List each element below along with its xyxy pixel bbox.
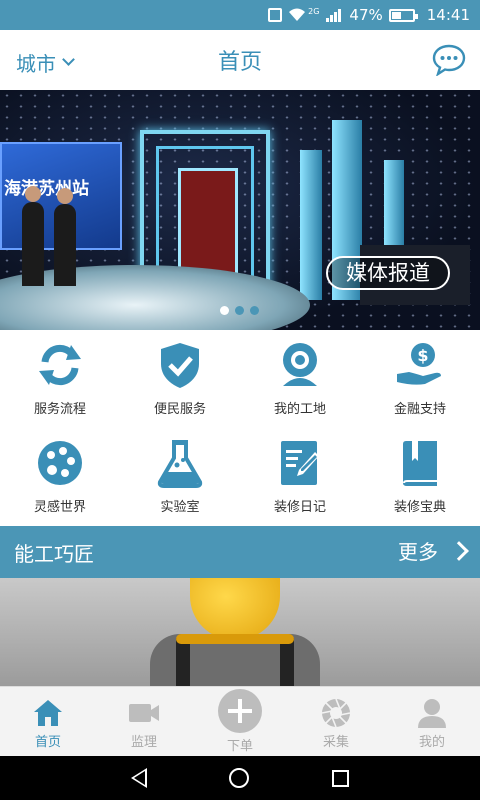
status-time: 14:41 — [426, 6, 470, 24]
plus-circle-icon — [218, 689, 262, 733]
more-button[interactable]: 更多 — [398, 536, 469, 565]
grid-item-label: 金融支持 — [393, 402, 446, 417]
wifi-icon — [289, 8, 306, 21]
back-icon[interactable] — [131, 768, 148, 788]
video-camera-icon — [129, 704, 159, 722]
message-icon[interactable] — [432, 44, 466, 76]
grid-item-inspiration[interactable]: 灵感世界 — [0, 428, 120, 526]
chevron-right-icon — [449, 540, 469, 561]
webcam-icon — [283, 343, 317, 386]
banner-carousel[interactable]: 海港苏州站 媒体报道 — [0, 90, 480, 330]
grid-item-label: 我的工地 — [273, 402, 326, 417]
notebook-pencil-icon — [281, 441, 319, 485]
presenter — [22, 186, 44, 286]
page-title: 首页 — [217, 50, 262, 75]
hard-hat-icon — [176, 578, 294, 644]
aperture-icon — [321, 698, 351, 728]
grid-item-label: 灵感世界 — [33, 500, 86, 515]
chevron-down-icon — [62, 53, 75, 66]
grid-item-label: 装修日记 — [273, 500, 326, 515]
nav-label: 首页 — [34, 735, 61, 750]
network-type: 2G — [308, 6, 320, 16]
grid-item-diary[interactable]: 装修日记 — [240, 428, 360, 526]
media-report-tag[interactable]: 媒体报道 — [326, 256, 450, 290]
status-bar: 2G 47% 14:41 — [0, 0, 480, 30]
grid-item-service-process[interactable]: 服务流程 — [0, 330, 120, 428]
book-icon — [403, 441, 437, 486]
recents-icon[interactable] — [331, 769, 349, 787]
presenter — [54, 188, 76, 286]
refresh-icon — [39, 344, 81, 386]
vibrate-icon — [268, 8, 283, 22]
nav-label: 监理 — [130, 735, 157, 750]
grid-item-convenience[interactable]: 便民服务 — [120, 330, 240, 428]
banner-screen-text: 海港苏州站 — [4, 179, 89, 199]
grid-item-label: 便民服务 — [153, 402, 206, 417]
system-navigation-bar — [0, 756, 480, 800]
nav-item-collect[interactable]: 采集 — [288, 687, 384, 756]
nav-label: 我的 — [418, 735, 445, 750]
home-circle-icon[interactable] — [229, 768, 250, 788]
home-icon — [34, 700, 62, 726]
nav-label: 下单 — [226, 739, 253, 754]
city-label: 城市 — [16, 52, 56, 76]
nav-item-supervision[interactable]: 监理 — [96, 687, 192, 756]
grid-item-label: 装修宝典 — [393, 500, 446, 515]
carousel-dots — [220, 306, 259, 315]
carousel-dot[interactable] — [235, 306, 244, 315]
craftsmen-section-header: 能工巧匠 更多 — [0, 526, 480, 578]
nav-item-home[interactable]: 首页 — [0, 687, 96, 756]
svg-text:$: $ — [417, 346, 428, 365]
stage-pillar — [300, 150, 322, 300]
function-grid: 服务流程 便民服务 我的工地 $ 金融支持 灵感世界 实验室 装修日记 装修宝典 — [0, 330, 480, 526]
nav-item-order[interactable]: 下单 — [192, 687, 288, 756]
battery-icon — [388, 8, 418, 22]
city-selector[interactable]: 城市 — [16, 48, 75, 77]
grid-item-handbook[interactable]: 装修宝典 — [360, 428, 480, 526]
carousel-dot[interactable] — [220, 306, 229, 315]
nav-label: 采集 — [322, 735, 349, 750]
signal-icon — [326, 9, 342, 22]
craftsman-image[interactable] — [0, 578, 480, 686]
battery-percent: 47% — [349, 6, 383, 24]
grid-item-finance[interactable]: $ 金融支持 — [360, 330, 480, 428]
carousel-dot[interactable] — [250, 306, 259, 315]
shield-check-icon — [161, 343, 199, 388]
worker-strap — [176, 638, 190, 686]
grid-item-my-site[interactable]: 我的工地 — [240, 330, 360, 428]
grid-item-label: 服务流程 — [33, 402, 86, 417]
more-label: 更多 — [398, 540, 438, 564]
flask-icon — [157, 440, 203, 488]
money-hand-icon: $ — [397, 343, 441, 385]
user-icon — [418, 699, 446, 728]
nav-item-mine[interactable]: 我的 — [384, 687, 480, 756]
grid-item-lab[interactable]: 实验室 — [120, 428, 240, 526]
bottom-navigation: 首页 监理 下单 采集 我的 — [0, 686, 480, 756]
palette-icon — [38, 441, 82, 485]
section-title: 能工巧匠 — [14, 541, 94, 566]
grid-item-label: 实验室 — [160, 500, 200, 515]
worker-strap — [280, 638, 294, 686]
app-header: 城市 首页 — [0, 30, 480, 90]
